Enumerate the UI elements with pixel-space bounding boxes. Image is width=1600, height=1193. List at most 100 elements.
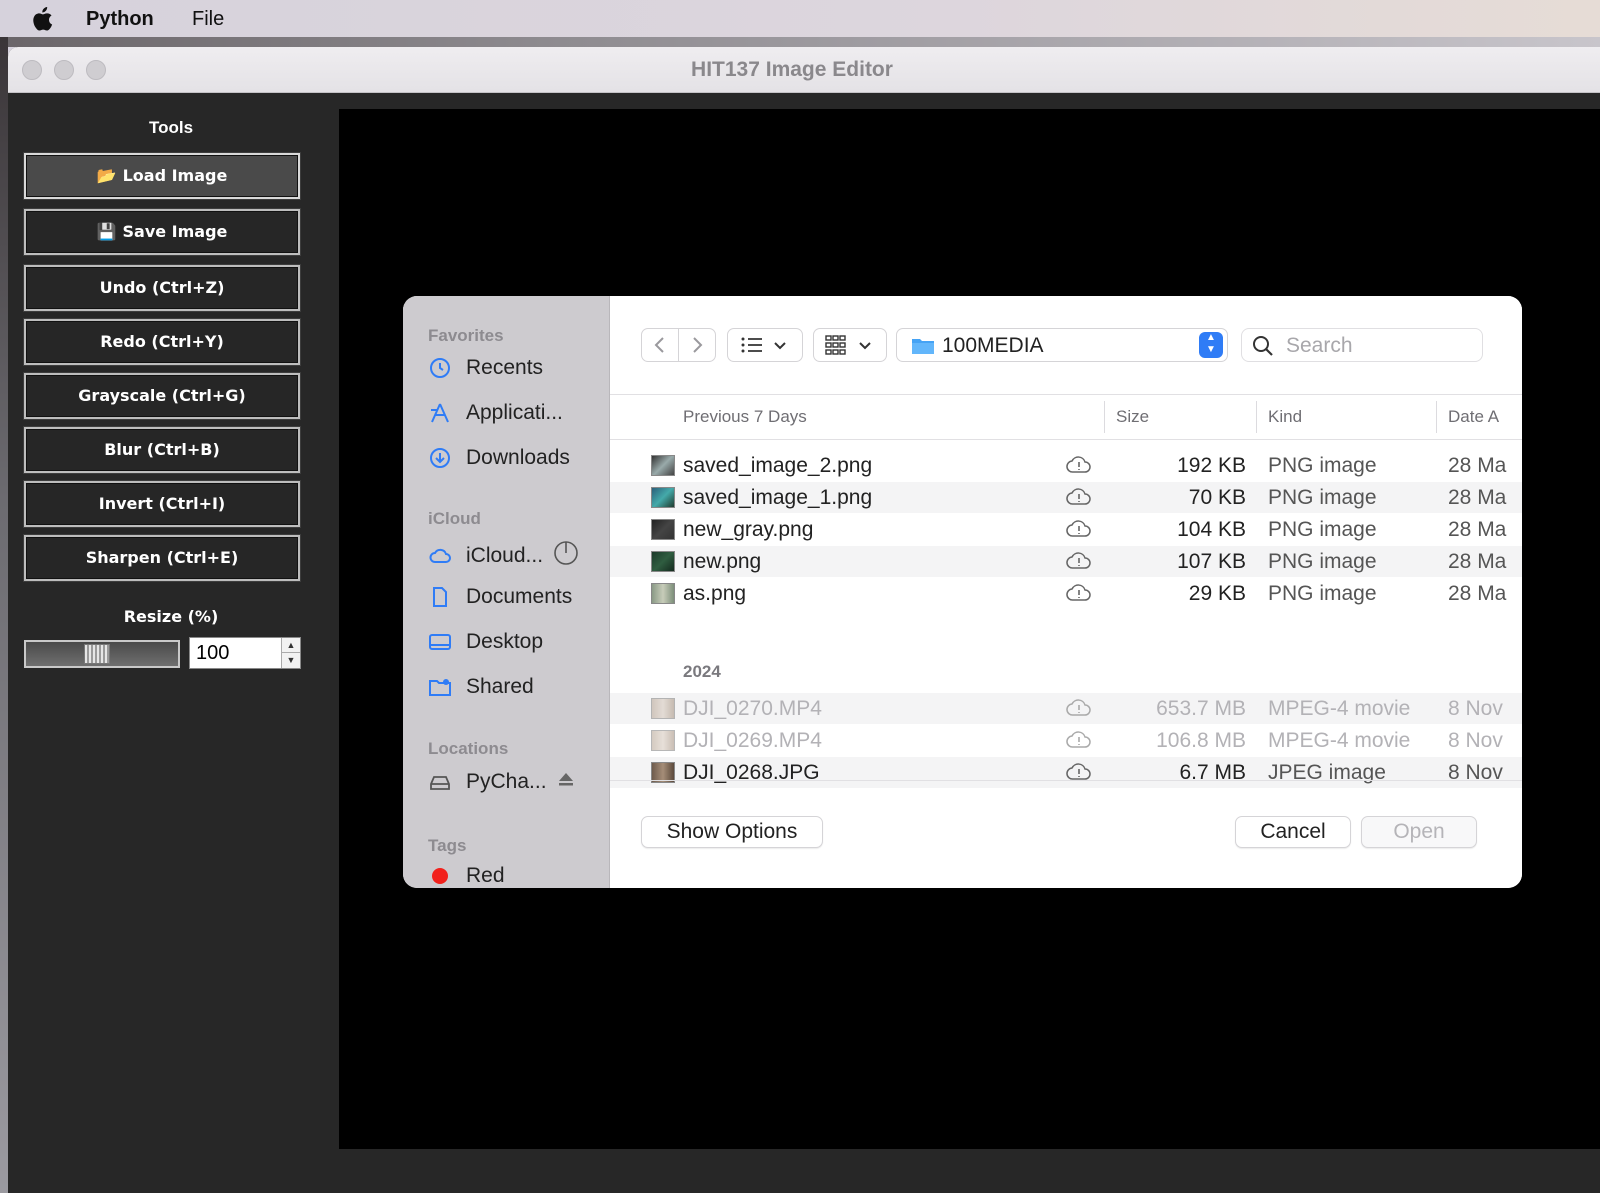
- blur-button[interactable]: Blur (Ctrl+B): [23, 426, 301, 474]
- folder-popup[interactable]: 100MEDIA ▲ ▼: [896, 328, 1228, 362]
- sidebar-item-tag-red[interactable]: Red: [428, 864, 505, 888]
- grayscale-button[interactable]: Grayscale (Ctrl+G): [23, 372, 301, 420]
- spin-down-icon[interactable]: ▼: [282, 653, 300, 667]
- cloud-download-icon[interactable]: [1066, 729, 1092, 751]
- resize-slider[interactable]: [24, 640, 180, 668]
- cancel-button[interactable]: Cancel: [1235, 816, 1351, 848]
- column-divider[interactable]: [1256, 401, 1257, 433]
- show-options-button[interactable]: Show Options: [641, 816, 823, 848]
- file-name: as.png: [683, 582, 747, 605]
- drive-icon: [428, 770, 452, 794]
- cloud-download-icon[interactable]: [1066, 550, 1092, 572]
- file-size: 70 KB: [1188, 486, 1246, 509]
- file-name: DJI_0268.JPG: [683, 761, 820, 784]
- file-name: new_gray.png: [683, 518, 814, 541]
- redo-button[interactable]: Redo (Ctrl+Y): [23, 318, 301, 366]
- resize-value[interactable]: 100: [196, 642, 229, 665]
- file-kind: PNG image: [1268, 486, 1377, 509]
- file-size: 29 KB: [1188, 582, 1246, 605]
- undo-button[interactable]: Undo (Ctrl+Z): [23, 264, 301, 312]
- list-icon: [741, 337, 786, 353]
- popup-arrows-icon: ▲ ▼: [1199, 332, 1223, 358]
- sharpen-button[interactable]: Sharpen (Ctrl+E): [23, 534, 301, 582]
- sidebar-item-shared[interactable]: Shared: [428, 675, 534, 699]
- file-row: DJI_0269.MP4 106.8 MB MPEG-4 movie 8 Nov: [610, 725, 1522, 756]
- apple-icon[interactable]: [32, 7, 54, 31]
- image-thumbnail: [651, 583, 675, 604]
- back-button[interactable]: [641, 328, 679, 362]
- file-row: DJI_0270.MP4 653.7 MB MPEG-4 movie 8 Nov: [610, 693, 1522, 724]
- sidebar-item-documents[interactable]: Documents: [428, 585, 572, 609]
- sync-progress-icon: [553, 540, 579, 572]
- file-kind: PNG image: [1268, 518, 1377, 541]
- applications-icon: [428, 401, 452, 425]
- column-divider[interactable]: [1436, 401, 1437, 433]
- cloud-download-icon[interactable]: [1066, 582, 1092, 604]
- icloud-heading: iCloud: [428, 509, 481, 528]
- file-row[interactable]: saved_image_2.png 192 KB PNG image 28 Ma: [610, 450, 1522, 481]
- spin-up-icon[interactable]: ▲: [282, 638, 300, 653]
- eject-icon[interactable]: [557, 770, 575, 794]
- file-row[interactable]: new_gray.png 104 KB PNG image 28 Ma: [610, 514, 1522, 545]
- file-size: 192 KB: [1177, 454, 1246, 477]
- search-field[interactable]: Search: [1241, 328, 1483, 362]
- sidebar-item-downloads[interactable]: Downloads: [428, 446, 570, 470]
- sidebar-item-icloud-drive[interactable]: iCloud...: [428, 540, 579, 572]
- red-tag-icon: [428, 864, 452, 888]
- file-row[interactable]: as.png 29 KB PNG image 28 Ma: [610, 578, 1522, 609]
- locations-heading: Locations: [428, 739, 509, 758]
- cloud-download-icon[interactable]: [1066, 518, 1092, 540]
- window-title: HIT137 Image Editor: [691, 58, 893, 81]
- file-row[interactable]: saved_image_1.png 70 KB PNG image 28 Ma: [610, 482, 1522, 513]
- cloud-download-icon[interactable]: [1066, 697, 1092, 719]
- file-kind: MPEG-4 movie: [1268, 697, 1411, 720]
- file-row[interactable]: new.png 107 KB PNG image 28 Ma: [610, 546, 1522, 577]
- column-divider[interactable]: [1104, 401, 1105, 433]
- tags-heading: Tags: [428, 836, 467, 855]
- file-browser: 100MEDIA ▲ ▼ Search Previous 7 Days Size …: [610, 296, 1522, 888]
- cloud-download-icon[interactable]: [1066, 454, 1092, 476]
- spin-arrows[interactable]: ▲ ▼: [281, 638, 300, 668]
- column-kind[interactable]: Kind: [1268, 407, 1302, 427]
- menu-file[interactable]: File: [192, 8, 224, 31]
- dialog-sidebar: Favorites Recents Applicati... Downloads…: [403, 296, 610, 888]
- file-name: DJI_0270.MP4: [683, 697, 822, 720]
- image-thumbnail: [651, 551, 675, 572]
- menu-python[interactable]: Python: [86, 8, 154, 31]
- sidebar-item-applications[interactable]: Applicati...: [428, 401, 563, 425]
- sidebar-item-desktop[interactable]: Desktop: [428, 630, 543, 654]
- resize-slider-thumb[interactable]: [84, 644, 110, 664]
- forward-button[interactable]: [678, 328, 716, 362]
- file-date: 8 Nov: [1448, 729, 1503, 752]
- group-view-button[interactable]: [813, 328, 887, 362]
- file-date: 28 Ma: [1448, 582, 1507, 605]
- column-size[interactable]: Size: [1116, 407, 1149, 427]
- load-image-button[interactable]: 📂 Load Image: [23, 152, 301, 200]
- file-row[interactable]: DJI_0268.JPG 6.7 MB JPEG image 8 Nov: [610, 757, 1522, 788]
- sidebar-item-recents[interactable]: Recents: [428, 356, 543, 380]
- file-date: 28 Ma: [1448, 518, 1507, 541]
- column-date[interactable]: Date A: [1448, 407, 1499, 427]
- open-button[interactable]: Open: [1361, 816, 1477, 848]
- file-date: 28 Ma: [1448, 550, 1507, 573]
- invert-button[interactable]: Invert (Ctrl+I): [23, 480, 301, 528]
- file-name: saved_image_1.png: [683, 486, 873, 509]
- tools-title: Tools: [148, 118, 194, 137]
- favorites-heading: Favorites: [428, 326, 504, 345]
- column-name[interactable]: Previous 7 Days: [683, 407, 807, 427]
- file-date: 8 Nov: [1448, 761, 1503, 784]
- desktop-background-left: [0, 37, 8, 1193]
- folder-name: 100MEDIA: [942, 334, 1044, 357]
- shared-folder-icon: [428, 675, 452, 699]
- folder-icon: [912, 339, 934, 354]
- cloud-icon: [428, 544, 452, 568]
- file-date: 8 Nov: [1448, 697, 1503, 720]
- sidebar-item-pycharm[interactable]: PyCha...: [428, 770, 575, 794]
- resize-spinbox[interactable]: 100 ▲ ▼: [189, 637, 301, 669]
- footer-divider: [610, 780, 1522, 781]
- download-icon: [428, 446, 452, 470]
- file-size: 6.7 MB: [1179, 761, 1246, 784]
- save-image-button[interactable]: 💾 Save Image: [23, 208, 301, 256]
- list-view-button[interactable]: [727, 328, 803, 362]
- cloud-download-icon[interactable]: [1066, 486, 1092, 508]
